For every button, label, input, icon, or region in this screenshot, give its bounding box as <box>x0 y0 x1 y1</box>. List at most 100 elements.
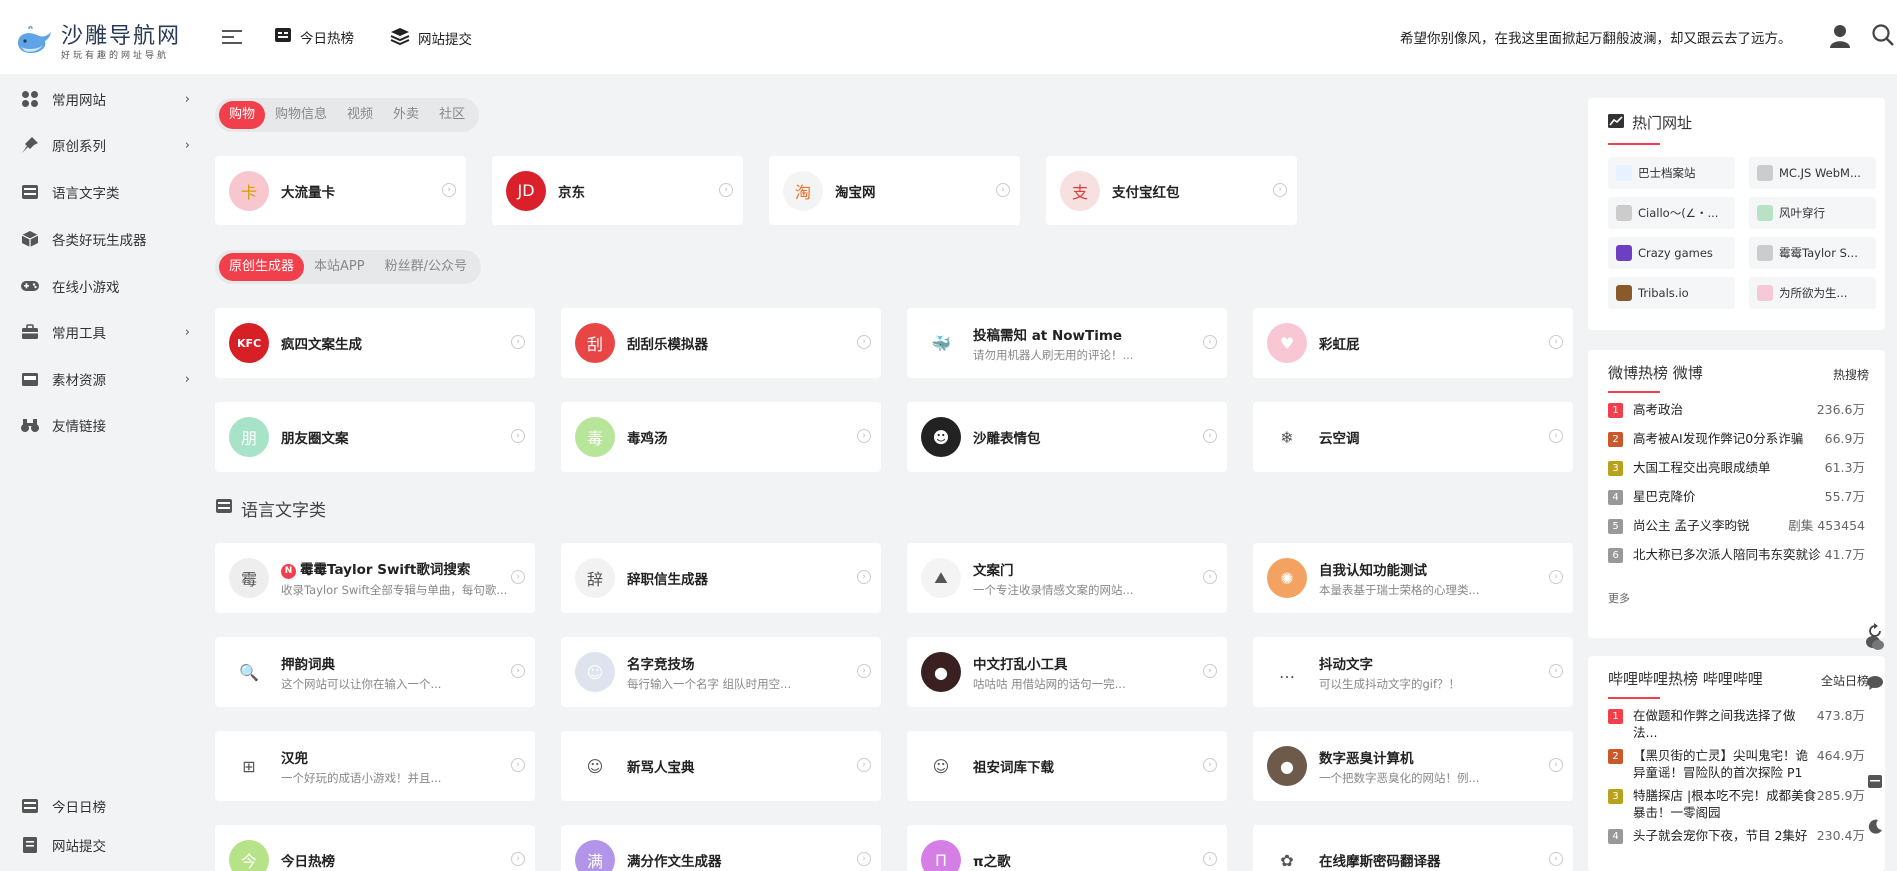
hot-list-row[interactable]: 4 星巴克降价 55.7万 <box>1608 488 1865 517</box>
generator-card[interactable]: 朋朋友圈文案 › <box>215 402 535 472</box>
arrow-circle-icon[interactable]: › <box>511 664 525 678</box>
hot-list-row[interactable]: 2 高考被AI发现作弊记0分系诈骗 66.9万 <box>1608 430 1865 459</box>
shop-card[interactable]: JD 京东 › <box>492 156 743 225</box>
site-logo[interactable]: 沙雕导航网 好玩有趣的网址导航 <box>15 18 181 61</box>
language-tool-card[interactable]: Ππ之歌 › <box>907 825 1227 871</box>
tab-takeout[interactable]: 外卖 <box>383 101 429 129</box>
hot-site-item[interactable]: Ciallo～(∠・... <box>1608 197 1735 229</box>
tab-community[interactable]: 社区 <box>429 101 475 129</box>
arrow-circle-icon[interactable]: › <box>442 182 456 197</box>
language-tool-card[interactable]: ⊞ 汉兜 一个好玩的成语小游戏！并且... › <box>215 731 535 801</box>
tab-site-app[interactable]: 本站APP <box>304 253 375 281</box>
language-tool-card[interactable]: ✺ 自我认知功能测试 本量表基于瑞士荣格的心理类... › <box>1253 543 1573 613</box>
language-tool-card[interactable]: ☺ 新骂人宝典 › <box>561 731 881 801</box>
sidebar-item-resources[interactable]: 素材资源 › <box>20 364 190 394</box>
generator-card[interactable]: ☻ 沙雕表情包 › <box>907 402 1227 472</box>
sidebar-item-language[interactable]: 语言文字类 <box>20 177 190 207</box>
arrow-circle-icon[interactable]: › <box>1549 335 1563 349</box>
hot-list-row[interactable]: 1 高考政治 236.6万 <box>1608 401 1865 430</box>
sidebar-item-original[interactable]: 原创系列 › <box>20 130 190 160</box>
arrow-circle-icon[interactable]: › <box>511 852 525 866</box>
arrow-circle-icon[interactable]: › <box>1203 852 1217 866</box>
hot-site-item[interactable]: Tribals.io <box>1608 277 1735 309</box>
arrow-circle-icon[interactable]: › <box>1203 758 1217 772</box>
hot-site-item[interactable]: 巴士档案站 <box>1608 157 1735 189</box>
shop-card[interactable]: 支支付宝红包 › <box>1046 156 1297 225</box>
moon-icon[interactable] <box>1860 812 1890 842</box>
sidebar-item-tools[interactable]: 常用工具 › <box>20 317 190 347</box>
hot-list-row[interactable]: 3 大国工程交出亮眼成绩单 61.3万 <box>1608 459 1865 488</box>
chat-icon[interactable] <box>1860 668 1890 698</box>
generator-card[interactable]: KFC 疯四文案生成 › <box>215 308 535 378</box>
tab-shopping[interactable]: 购物 <box>219 101 266 129</box>
hot-site-item[interactable]: 为所欲为生... <box>1749 277 1876 309</box>
arrow-circle-icon[interactable]: › <box>857 570 871 584</box>
arrow-circle-icon[interactable]: › <box>1203 570 1217 584</box>
search-icon[interactable] <box>1872 24 1894 50</box>
generator-card[interactable]: 毒毒鸡汤 › <box>561 402 881 472</box>
hot-list-row[interactable]: 4 头子就会宠你下夜，节目 2集好 230.4万 <box>1608 827 1865 856</box>
arrow-circle-icon[interactable]: › <box>1549 429 1563 443</box>
user-icon[interactable] <box>1830 24 1850 52</box>
hot-list-row[interactable]: 1 在做题和作弊之间我选择了做法... 473.8万 <box>1608 707 1865 747</box>
arrow-circle-icon[interactable]: › <box>1549 758 1563 772</box>
language-tool-card[interactable]: ⛰ 文案门 一个专注收录情感文案的网站... › <box>907 543 1227 613</box>
arrow-circle-icon[interactable]: › <box>996 182 1010 197</box>
arrow-circle-icon[interactable]: › <box>1203 335 1217 349</box>
shop-card[interactable]: 卡大流量卡 › <box>215 156 466 225</box>
sidebar-item-generators[interactable]: 各类好玩生成器 <box>20 224 190 254</box>
sidebar-item-games[interactable]: 在线小游戏 <box>20 271 190 301</box>
calendar-icon[interactable] <box>1860 766 1890 796</box>
arrow-circle-icon[interactable]: › <box>511 335 525 349</box>
language-tool-card[interactable]: ● 中文打乱小工具 咕咕咕 用借站网的话句一完... › <box>907 637 1227 707</box>
hot-list-row[interactable]: 3 特膳探店 |根本吃不完！成都美食暴击！一零阁园 285.9万 <box>1608 787 1865 827</box>
sidebar-item-friend-links[interactable]: 友情链接 <box>20 410 190 440</box>
arrow-circle-icon[interactable]: › <box>1549 664 1563 678</box>
tab-shopping-info[interactable]: 购物信息 <box>265 101 337 129</box>
language-tool-card[interactable]: ✿ 在线摩斯密码翻译器 › <box>1253 825 1573 871</box>
weibo-sub-label[interactable]: 热搜榜 <box>1833 366 1869 383</box>
top-link-submit[interactable]: 网站提交 <box>390 27 472 49</box>
arrow-circle-icon[interactable]: › <box>857 429 871 443</box>
arrow-circle-icon[interactable]: › <box>719 182 733 197</box>
tab-video[interactable]: 视频 <box>337 101 383 129</box>
arrow-circle-icon[interactable]: › <box>857 852 871 866</box>
shop-card[interactable]: 淘淘宝网 › <box>769 156 1020 225</box>
sidebar-bottom-today[interactable]: 今日日榜 <box>20 791 190 821</box>
language-tool-card[interactable]: 辞辞职信生成器 › <box>561 543 881 613</box>
language-tool-card[interactable]: 霉 N 霉霉Taylor Swift歌词搜索 收录Taylor Swift全部专辑与单… <box>215 543 535 613</box>
hot-site-item[interactable]: 霉霉Taylor S... <box>1749 237 1876 269</box>
arrow-circle-icon[interactable]: › <box>1203 429 1217 443</box>
language-tool-card[interactable]: 🔍 押韵词典 这个网站可以让你在输入一个... › <box>215 637 535 707</box>
weibo-more-link[interactable]: 更多 <box>1588 586 1885 610</box>
generator-card[interactable]: 🐳 投稿需知 at NowTime 请勿用机器人刷无用的评论！... › <box>907 308 1227 378</box>
arrow-circle-icon[interactable]: › <box>1203 664 1217 678</box>
hot-list-row[interactable]: 6 北大称已多次派人陪同韦东奕就诊 41.7万 <box>1608 546 1865 586</box>
arrow-circle-icon[interactable]: › <box>511 570 525 584</box>
menu-toggle-icon[interactable] <box>222 28 244 46</box>
arrow-circle-icon[interactable]: › <box>511 429 525 443</box>
language-tool-card[interactable]: 今今日热榜 › <box>215 825 535 871</box>
generator-card[interactable]: ♥ 彩虹屁 › <box>1253 308 1573 378</box>
arrow-circle-icon[interactable]: › <box>857 664 871 678</box>
arrow-circle-icon[interactable]: › <box>1273 182 1287 197</box>
tab-fan-group[interactable]: 粉丝群/公众号 <box>375 253 477 281</box>
arrow-circle-icon[interactable]: › <box>511 758 525 772</box>
hot-site-item[interactable]: Crazy games <box>1608 237 1735 269</box>
wechat-icon[interactable] <box>1860 628 1890 658</box>
generator-card[interactable]: 刮刮刮乐模拟器 › <box>561 308 881 378</box>
hot-site-item[interactable]: 风叶穿行 <box>1749 197 1876 229</box>
sidebar-item-common-sites[interactable]: 常用网站 › <box>20 84 190 114</box>
arrow-circle-icon[interactable]: › <box>857 335 871 349</box>
language-tool-card[interactable]: ☺ 祖安词库下载 › <box>907 731 1227 801</box>
language-tool-card[interactable]: ● 数字恶臭计算机 一个把数字恶臭化的网站！例... › <box>1253 731 1573 801</box>
tab-original-generator[interactable]: 原创生成器 <box>219 253 305 281</box>
hot-list-row[interactable]: 5 尚公主 孟子义李昀锐 剧集 453454 <box>1608 517 1865 546</box>
arrow-circle-icon[interactable]: › <box>857 758 871 772</box>
language-tool-card[interactable]: 满满分作文生成器 › <box>561 825 881 871</box>
hot-site-item[interactable]: MC.JS WebM... <box>1749 157 1876 189</box>
generator-card[interactable]: ❄ 云空调 › <box>1253 402 1573 472</box>
language-tool-card[interactable]: ☺ 名字竞技场 每行输入一个名字 组队时用空... › <box>561 637 881 707</box>
arrow-circle-icon[interactable]: › <box>1549 852 1563 866</box>
top-link-hot[interactable]: 今日热榜 <box>274 27 354 47</box>
